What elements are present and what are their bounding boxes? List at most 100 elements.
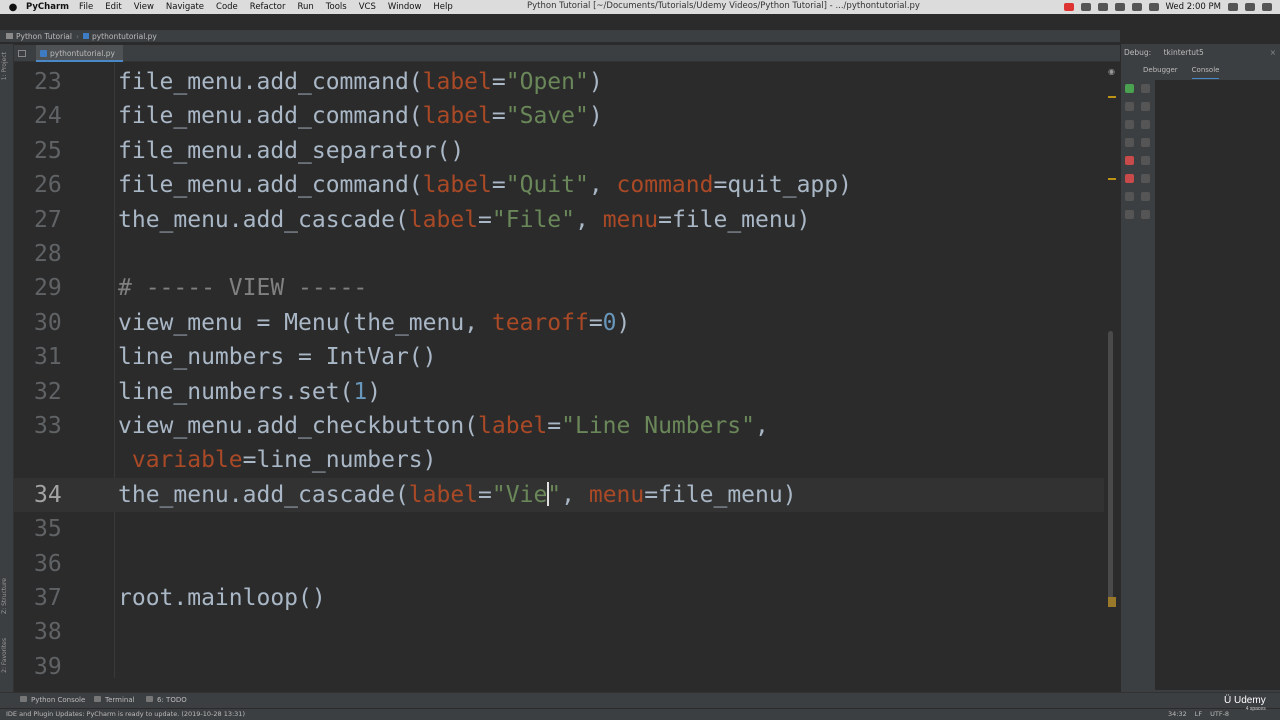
code-text[interactable]: file_menu.add_command(label="Save") xyxy=(118,99,603,133)
app-menu[interactable]: PyCharm xyxy=(26,2,69,12)
menu-help[interactable]: Help xyxy=(433,2,452,12)
status-message[interactable]: IDE and Plugin Updates: PyCharm is ready… xyxy=(6,709,245,720)
code-line[interactable]: 24 file_menu.add_command(label="Save") xyxy=(14,99,1112,133)
code-text[interactable]: # ----- VIEW ----- xyxy=(118,271,367,305)
menu-code[interactable]: Code xyxy=(216,2,238,12)
scroll-to-end-icon[interactable] xyxy=(1141,138,1150,147)
code-text[interactable]: the_menu.add_cascade(label="Vie", menu=f… xyxy=(118,478,797,512)
line-number[interactable]: 37 xyxy=(34,581,94,615)
clock[interactable]: Wed 2:00 PM xyxy=(1166,2,1221,12)
code-line[interactable]: 35 xyxy=(14,512,1112,546)
code-text[interactable]: file_menu.add_command(label="Quit", comm… xyxy=(118,168,852,202)
siri-icon[interactable] xyxy=(1245,3,1255,11)
cloud-icon[interactable] xyxy=(1080,3,1091,11)
warning-marker[interactable] xyxy=(1108,96,1116,98)
view-breakpoints-icon[interactable] xyxy=(1125,156,1134,165)
code-line[interactable]: 25 file_menu.add_separator() xyxy=(14,134,1112,168)
spotlight-icon[interactable] xyxy=(1228,3,1238,11)
tab-debugger[interactable]: Debugger xyxy=(1143,66,1178,79)
line-number[interactable]: 28 xyxy=(34,237,94,271)
editor-scroll-area[interactable]: ◉ xyxy=(1104,63,1120,678)
line-number[interactable]: 36 xyxy=(34,547,94,581)
warning-marker[interactable] xyxy=(1108,178,1116,180)
code-text[interactable]: the_menu.add_cascade(label="File", menu=… xyxy=(118,203,810,237)
line-number[interactable]: 38 xyxy=(34,615,94,649)
code-line[interactable]: 39 xyxy=(14,650,1112,678)
code-text[interactable]: line_numbers = IntVar() xyxy=(118,340,437,374)
menu-run[interactable]: Run xyxy=(297,2,313,12)
code-line[interactable]: 31 line_numbers = IntVar() xyxy=(14,340,1112,374)
caret-position[interactable]: 34:32 xyxy=(1168,709,1187,720)
menu-edit[interactable]: Edit xyxy=(105,2,121,12)
history-icon[interactable] xyxy=(1141,192,1150,201)
code-text[interactable]: variable=line_numbers) xyxy=(118,443,437,477)
menu-navigate[interactable]: Navigate xyxy=(166,2,204,12)
code-text[interactable]: view_menu = Menu(the_menu, tearoff=0) xyxy=(118,306,630,340)
structure-tool-tab[interactable]: Z: Structure xyxy=(1,578,8,614)
menu-view[interactable]: View xyxy=(134,2,154,12)
apple-icon[interactable]: ● xyxy=(0,2,26,13)
tab-pythontutorial[interactable]: pythontutorial.py xyxy=(36,45,123,62)
debug-config-tab[interactable]: tkintertut5 xyxy=(1164,48,1204,57)
code-line[interactable]: 26 file_menu.add_command(label="Quit", co… xyxy=(14,168,1112,202)
reader-mode-icon[interactable]: ◉ xyxy=(1108,67,1115,76)
menu-refactor[interactable]: Refactor xyxy=(250,2,286,12)
line-number[interactable]: 34 xyxy=(34,478,94,512)
wifi-icon[interactable] xyxy=(1148,3,1159,11)
pause-icon[interactable] xyxy=(1125,120,1134,129)
step-over-icon[interactable] xyxy=(1141,84,1150,93)
code-editor[interactable]: 23 file_menu.add_command(label="Open") 24 f… xyxy=(14,63,1112,678)
display-icon[interactable] xyxy=(1097,3,1108,11)
vertical-scrollbar[interactable] xyxy=(1108,331,1113,601)
battery-icon[interactable] xyxy=(1131,3,1142,11)
close-icon[interactable]: × xyxy=(1270,44,1276,62)
code-line[interactable]: 34 the_menu.add_cascade(label="Vie", menu… xyxy=(14,477,1112,512)
code-line[interactable]: 23 file_menu.add_command(label="Open") xyxy=(14,65,1112,99)
clock-icon[interactable] xyxy=(1141,210,1150,219)
code-line[interactable]: 36 xyxy=(14,547,1112,581)
warning-marker[interactable] xyxy=(1108,597,1116,607)
code-text[interactable]: file_menu.add_separator() xyxy=(118,134,464,168)
terminal-button[interactable]: Terminal xyxy=(94,693,135,708)
line-number[interactable]: 25 xyxy=(34,134,94,168)
code-line[interactable]: 29 # ----- VIEW ----- xyxy=(14,271,1112,305)
mute-breakpoints-icon[interactable] xyxy=(1125,174,1134,183)
line-number[interactable]: 26 xyxy=(34,168,94,202)
line-number[interactable]: 30 xyxy=(34,306,94,340)
code-text[interactable]: root.mainloop() xyxy=(118,581,326,615)
line-number[interactable]: 32 xyxy=(34,375,94,409)
editor-tabs-icon[interactable] xyxy=(18,50,26,57)
code-text[interactable]: view_menu.add_checkbutton(label="Line Nu… xyxy=(118,409,769,443)
rerun-icon[interactable] xyxy=(1125,84,1134,93)
code-line[interactable]: 27 the_menu.add_cascade(label="File", men… xyxy=(14,203,1112,237)
soft-wrap-icon[interactable] xyxy=(1141,120,1150,129)
notification-center-icon[interactable] xyxy=(1262,3,1272,11)
code-line[interactable]: variable=line_numbers) xyxy=(14,443,1112,477)
menu-file[interactable]: File xyxy=(79,2,93,12)
tab-console[interactable]: Console xyxy=(1191,66,1220,79)
resume-icon[interactable] xyxy=(1125,102,1134,111)
menu-tools[interactable]: Tools xyxy=(326,2,347,12)
line-number[interactable]: 31 xyxy=(34,340,94,374)
debug-console-output[interactable] xyxy=(1155,80,1280,690)
step-into-icon[interactable] xyxy=(1141,102,1150,111)
breadcrumb-file[interactable]: pythontutorial.py xyxy=(92,32,157,41)
python-console-button[interactable]: Python Console xyxy=(20,693,85,708)
code-line[interactable]: 37 root.mainloop() xyxy=(14,581,1112,615)
line-number[interactable]: 35 xyxy=(34,512,94,546)
record-icon[interactable] xyxy=(1063,3,1074,11)
breadcrumb-project[interactable]: Python Tutorial xyxy=(16,32,72,41)
line-number[interactable]: 39 xyxy=(34,650,94,678)
code-line[interactable]: 32 line_numbers.set(1) xyxy=(14,375,1112,409)
favorites-tool-tab[interactable]: 2: Favorites xyxy=(1,638,8,673)
code-text[interactable]: line_numbers.set(1) xyxy=(118,375,381,409)
code-line[interactable]: 30 view_menu = Menu(the_menu, tearoff=0) xyxy=(14,306,1112,340)
line-number[interactable]: 29 xyxy=(34,271,94,305)
code-line[interactable]: 28 xyxy=(14,237,1112,271)
code-line[interactable]: 38 xyxy=(14,615,1112,649)
stop-icon[interactable] xyxy=(1125,138,1134,147)
project-tool-tab[interactable]: 1: Project xyxy=(1,52,8,80)
pin-icon[interactable] xyxy=(1125,210,1134,219)
line-number[interactable]: 27 xyxy=(34,203,94,237)
print-icon[interactable] xyxy=(1141,156,1150,165)
